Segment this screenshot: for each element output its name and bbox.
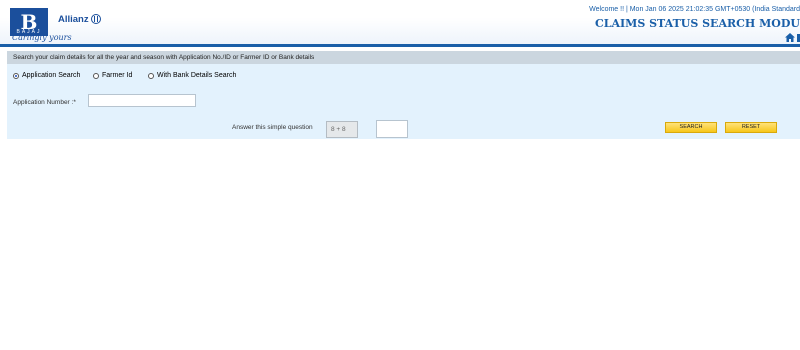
- allianz-logo: Allianz: [58, 14, 101, 25]
- radio-label-application-search: Application Search: [22, 72, 81, 79]
- radio-button-selected[interactable]: [13, 72, 19, 79]
- radio-label-farmer-id: Farmer Id: [102, 72, 133, 79]
- search-panel: Search your claim details for all the ye…: [7, 51, 800, 139]
- welcome-text: Welcome !! | Mon Jan 06 2025 21:02:35 GM…: [589, 6, 800, 13]
- radio-application-search[interactable]: Application Search: [13, 72, 80, 79]
- bajaj-logo-letter: B: [20, 10, 38, 34]
- allianz-eagle-icon: [90, 14, 101, 24]
- home-icon[interactable]: [785, 33, 795, 42]
- radio-button[interactable]: [93, 72, 99, 79]
- reset-button[interactable]: RESET: [725, 122, 777, 133]
- radio-label-bank-details: With Bank Details Search: [157, 72, 237, 79]
- radio-bank-details[interactable]: With Bank Details Search: [148, 72, 236, 79]
- tagline: Caringly yours: [12, 33, 72, 42]
- application-number-input[interactable]: [88, 94, 196, 107]
- allianz-logo-text: Allianz: [58, 14, 89, 25]
- radio-button[interactable]: [148, 72, 154, 79]
- header-divider: [0, 44, 800, 47]
- captcha-question-label: Answer this simple question: [232, 124, 313, 131]
- radio-farmer-id[interactable]: Farmer Id: [93, 72, 132, 79]
- page-title: CLAIMS STATUS SEARCH MODU: [594, 17, 800, 30]
- application-number-label: Application Number :*: [13, 99, 76, 106]
- instruction-bar: Search your claim details for all the ye…: [7, 51, 800, 64]
- app-header: B BAJAJ Allianz Caringly yours Welcome !…: [0, 0, 800, 44]
- captcha-answer-input[interactable]: [376, 120, 408, 138]
- bajaj-logo: B BAJAJ: [10, 8, 48, 36]
- search-button[interactable]: SEARCH: [665, 122, 717, 133]
- captcha-question: 8 + 8: [326, 121, 358, 138]
